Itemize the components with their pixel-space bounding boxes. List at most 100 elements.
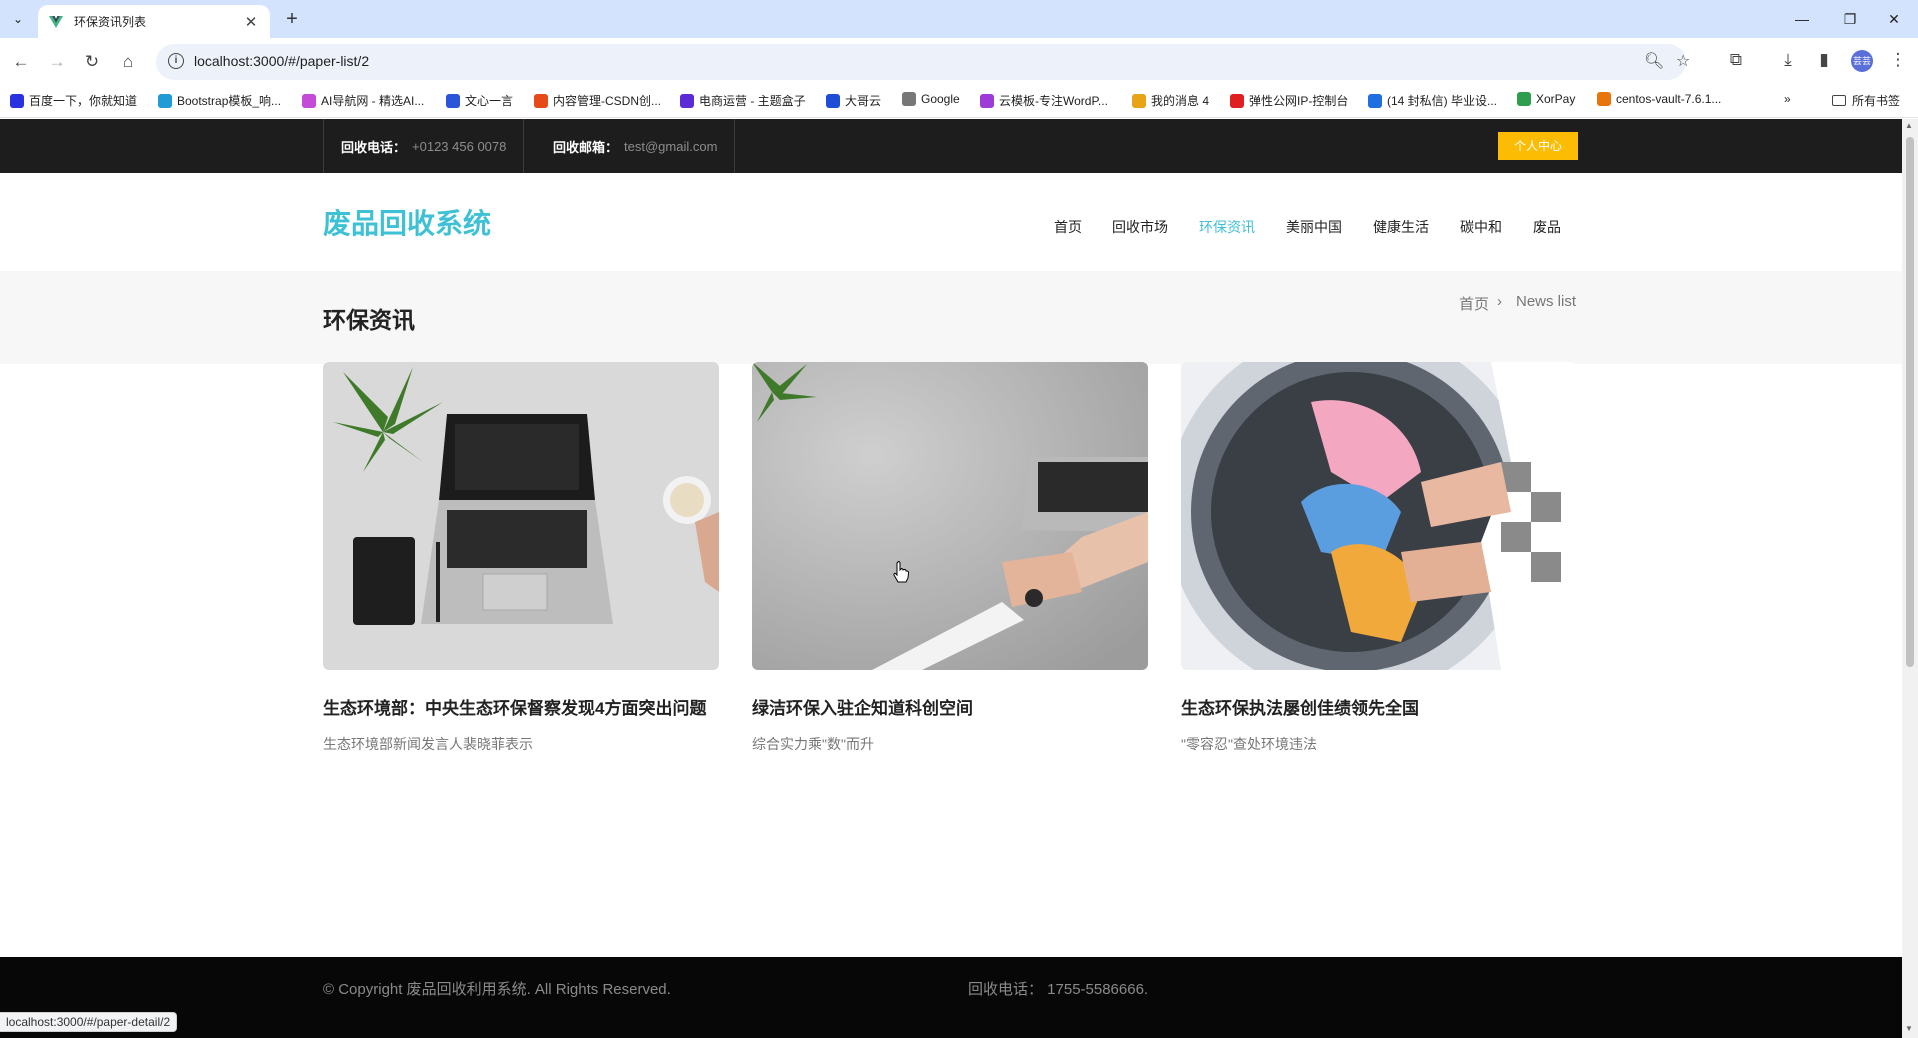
article-card[interactable]: 绿洁环保入驻企知道科创空间 综合实力乘"数"而升 — [752, 362, 1148, 754]
article-desc: 综合实力乘"数"而升 — [752, 736, 874, 752]
bookmark-item[interactable]: 内容管理-CSDN创... — [534, 92, 661, 109]
profile-avatar[interactable]: 芸芸 — [1851, 50, 1873, 72]
scrollbar-thumb[interactable] — [1906, 137, 1914, 667]
nav-home[interactable]: 首页 — [1054, 217, 1082, 237]
bookmark-favicon-icon — [1597, 92, 1611, 106]
breadcrumb-band — [0, 271, 1902, 364]
browser-toolbar: ← → ↻ ⌂ i localhost:3000/#/paper-list/2 … — [0, 38, 1918, 84]
bookmarks-overflow-icon[interactable]: » — [1784, 92, 1791, 106]
bookmark-favicon-icon — [302, 93, 316, 108]
bookmark-favicon-icon — [1517, 92, 1531, 106]
breadcrumb-current: News list — [1516, 293, 1577, 310]
bookmarks-bar: 百度一下，你就知道 Bootstrap模板_响... AI导航网 - 精选AI...… — [0, 84, 1918, 118]
forward-icon[interactable]: → — [44, 49, 70, 75]
email-info: 回收邮箱： test@gmail.com — [536, 119, 736, 173]
article-image-laundry[interactable] — [1181, 362, 1577, 670]
site-info-icon[interactable]: i — [168, 53, 184, 69]
article-title[interactable]: 绿洁环保入驻企知道科创空间 — [752, 699, 1148, 718]
bookmark-item[interactable]: 我的消息 4 — [1132, 92, 1209, 109]
bookmark-label: (14 封私信) 毕业设... — [1387, 94, 1498, 108]
nav-recycle-market[interactable]: 回收市场 — [1112, 217, 1168, 237]
bookmark-item[interactable]: AI导航网 - 精选AI... — [302, 92, 424, 109]
footer-phone: 回收电话： 1755-5586666. — [968, 981, 1149, 998]
bookmark-label: Bootstrap模板_响... — [177, 94, 282, 108]
address-bar[interactable]: i localhost:3000/#/paper-list/2 🔍︎ ☆ — [156, 44, 1690, 80]
bookmark-item[interactable]: XorPay — [1517, 92, 1575, 106]
back-icon[interactable]: ← — [8, 49, 34, 75]
page-scrollbar[interactable]: ▲ ▼ — [1902, 119, 1918, 1038]
article-card[interactable]: 生态环保执法屡创佳绩领先全国 "零容忍"查处环境违法 — [1181, 362, 1577, 754]
menu-kebab-icon[interactable]: ⋮ — [1886, 50, 1910, 70]
reload-icon[interactable]: ↻ — [79, 49, 105, 75]
nav-beautiful-china[interactable]: 美丽中国 — [1286, 217, 1342, 237]
bookmark-item[interactable]: 弹性公网IP-控制台 — [1230, 92, 1348, 109]
bookmark-label: AI导航网 - 精选AI... — [321, 94, 425, 108]
breadcrumb-home[interactable]: 首页 — [1459, 293, 1489, 314]
bookmark-favicon-icon — [1132, 93, 1146, 108]
tab-close-icon[interactable]: ✕ — [242, 13, 260, 31]
bookmark-label: XorPay — [1536, 92, 1576, 106]
bookmark-label: centos-vault-7.6.1... — [1616, 92, 1722, 106]
site-logo[interactable]: 废品回收系统 — [323, 202, 491, 242]
extensions-icon[interactable]: ⧉ — [1724, 50, 1748, 70]
bookmark-favicon-icon — [902, 92, 916, 106]
tab-search-icon[interactable]: ⌄ — [6, 7, 30, 31]
nav-waste[interactable]: 废品 — [1533, 217, 1561, 237]
article-title[interactable]: 生态环境部：中央生态环保督察发现4方面突出问题 — [323, 699, 719, 718]
browser-tabstrip: ⌄ 环保资讯列表 ✕ + — ❐ ✕ — [0, 0, 1918, 38]
scroll-down-icon[interactable]: ▼ — [1905, 1024, 1913, 1033]
bookmark-item[interactable]: 百度一下，你就知道 — [10, 92, 137, 109]
email-label: 回收邮箱： — [553, 139, 619, 155]
article-desc: 生态环境部新闻发言人裴晓菲表示 — [323, 736, 533, 752]
tab-title: 环保资讯列表 — [74, 15, 147, 29]
bookmark-star-icon[interactable]: ☆ — [1676, 51, 1690, 71]
vue-favicon-icon — [49, 15, 63, 28]
bookmark-item[interactable]: 电商运营 - 主题盒子 — [680, 92, 806, 109]
restore-icon[interactable]: ❐ — [1828, 6, 1872, 32]
downloads-icon[interactable]: ⤓ — [1776, 50, 1800, 70]
phone-value: +0123 456 0078 — [412, 138, 507, 154]
side-panel-icon[interactable]: ▮ — [1812, 50, 1836, 70]
all-bookmarks[interactable]: 所有书签 — [1832, 92, 1900, 109]
bookmark-favicon-icon — [158, 93, 172, 108]
nav-healthy-life[interactable]: 健康生活 — [1373, 217, 1429, 237]
browser-tab[interactable]: 环保资讯列表 ✕ — [38, 5, 270, 38]
nav-carbon-neutral[interactable]: 碳中和 — [1460, 217, 1502, 237]
nav-eco-news[interactable]: 环保资讯 — [1199, 217, 1255, 237]
bookmark-label: 内容管理-CSDN创... — [553, 94, 662, 108]
bookmark-item[interactable]: Google — [902, 92, 960, 106]
all-bookmarks-label: 所有书签 — [1852, 94, 1901, 108]
bookmark-item[interactable]: (14 封私信) 毕业设... — [1368, 92, 1497, 109]
article-image-laptop[interactable] — [323, 362, 719, 670]
new-tab-icon[interactable]: + — [280, 8, 304, 30]
scroll-up-icon[interactable]: ▲ — [1905, 121, 1913, 130]
article-title[interactable]: 生态环保执法屡创佳绩领先全国 — [1181, 699, 1577, 718]
bookmark-favicon-icon — [1368, 93, 1382, 108]
phone-info: 回收电话： +0123 456 0078 — [323, 119, 525, 173]
user-center-button[interactable]: 个人中心 — [1498, 132, 1578, 160]
footer-copyright: © Copyright 废品回收利用系统. All Rights Reserve… — [323, 981, 671, 998]
minimize-icon[interactable]: — — [1780, 6, 1824, 32]
url-text[interactable]: localhost:3000/#/paper-list/2 — [194, 53, 369, 69]
home-icon[interactable]: ⌂ — [115, 49, 141, 75]
bookmark-favicon-icon — [1230, 93, 1244, 108]
bookmark-favicon-icon — [10, 93, 24, 108]
bookmark-item[interactable]: 云模板-专注WordP... — [980, 92, 1108, 109]
article-desc: "零容忍"查处环境违法 — [1181, 736, 1317, 752]
article-card[interactable]: 生态环境部：中央生态环保督察发现4方面突出问题 生态环境部新闻发言人裴晓菲表示 — [323, 362, 719, 754]
bookmark-item[interactable]: centos-vault-7.6.1... — [1597, 92, 1721, 106]
bookmark-favicon-icon — [826, 93, 840, 108]
article-image-hands-laptop[interactable] — [752, 362, 1148, 670]
bookmark-item[interactable]: Bootstrap模板_响... — [158, 92, 281, 109]
window-close-icon[interactable]: ✕ — [1872, 6, 1916, 32]
bookmark-item[interactable]: 大哥云 — [826, 92, 881, 109]
link-status-bar: localhost:3000/#/paper-detail/2 — [0, 1012, 178, 1032]
bookmark-label: 我的消息 4 — [1151, 94, 1210, 108]
bookmark-favicon-icon — [446, 93, 460, 108]
bookmark-label: 云模板-专注WordP... — [999, 94, 1108, 108]
bookmark-label: 百度一下，你就知道 — [29, 94, 138, 108]
zoom-icon[interactable]: 🔍︎ — [1644, 51, 1664, 71]
hand-cursor-icon — [893, 561, 909, 583]
page-title: 环保资讯 — [323, 307, 415, 333]
bookmark-item[interactable]: 文心一言 — [446, 92, 513, 109]
